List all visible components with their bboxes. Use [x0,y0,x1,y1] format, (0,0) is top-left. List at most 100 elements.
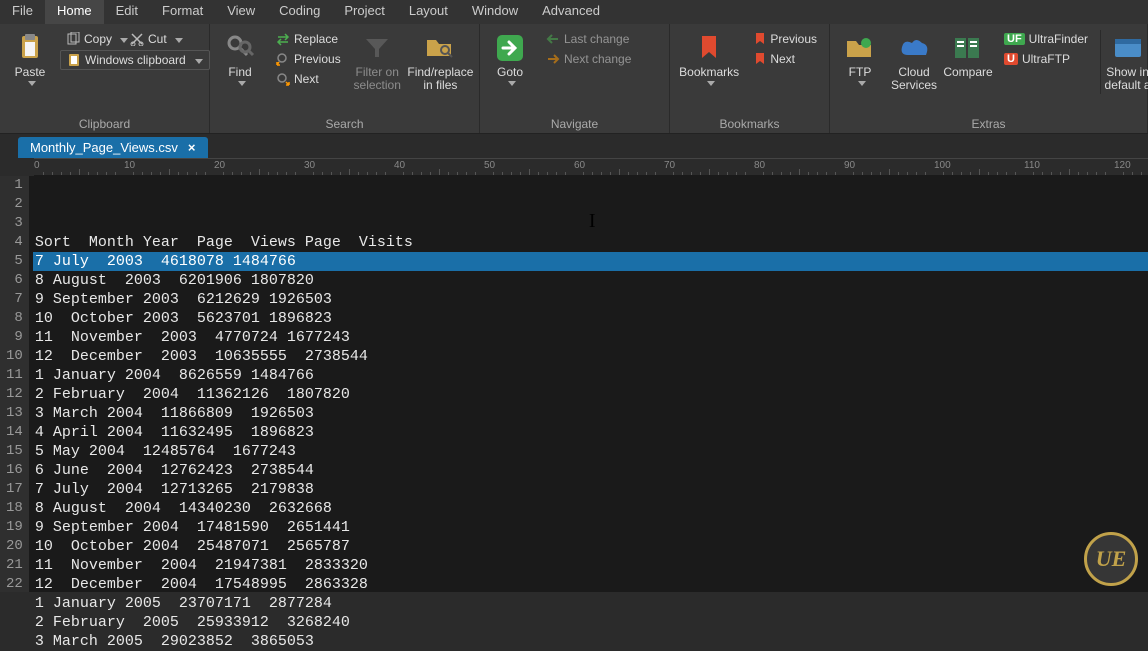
ultraftp-button[interactable]: U UltraFTP [998,50,1094,68]
line-number-gutter: 12345678910111213141516171819202122 [0,176,29,592]
code-line[interactable]: 4 April 2004 11632495 1896823 [33,423,1148,442]
windows-clipboard-arrow [195,59,203,64]
filter-on-selection-button[interactable]: Filter on selection [353,30,402,94]
find-replace-files-button[interactable]: Find/replace in files [408,30,473,94]
menu-item-layout[interactable]: Layout [397,0,460,24]
replace-label: Replace [294,32,338,46]
code-line[interactable]: 7 July 2003 4618078 1484766 [33,252,1148,271]
copy-label: Copy [84,32,112,46]
cut-dropdown-arrow [175,38,183,43]
file-tab-strip: Monthly_Page_Views.csv × [0,134,1148,158]
code-line[interactable]: 5 May 2004 12485764 1677243 [33,442,1148,461]
menu-item-edit[interactable]: Edit [104,0,150,24]
ftp-button[interactable]: FTP [836,30,884,88]
code-line[interactable]: 2 February 2004 11362126 1807820 [33,385,1148,404]
code-line[interactable]: 10 October 2004 25487071 2565787 [33,537,1148,556]
compare-button[interactable]: Compare [944,30,992,81]
menu-item-home[interactable]: Home [45,0,104,24]
ruler-tick: 40 [394,160,405,171]
code-line[interactable]: 8 August 2004 14340230 2632668 [33,499,1148,518]
code-line[interactable]: 10 October 2003 5623701 1896823 [33,309,1148,328]
bookmark-prev-label: Previous [770,32,817,46]
line-number: 7 [6,290,23,309]
code-line[interactable]: 1 January 2004 8626559 1484766 [33,366,1148,385]
clipboard-icon [67,53,81,67]
code-line[interactable]: 12 December 2003 10635555 2738544 [33,347,1148,366]
show-in-default-button[interactable]: Show in default a [1100,30,1148,94]
next-button[interactable]: Next [270,70,347,88]
ruler-tick: 0 [34,160,40,171]
file-tab[interactable]: Monthly_Page_Views.csv × [18,137,208,158]
code-line[interactable]: 9 September 2003 6212629 1926503 [33,290,1148,309]
ribbon: Paste Copy Windows clipboard [0,24,1148,134]
uf-badge-icon: UF [1004,33,1025,45]
line-number: 5 [6,252,23,271]
code-line[interactable]: 11 November 2004 21947381 2833320 [33,556,1148,575]
menu-item-format[interactable]: Format [150,0,215,24]
find-label: Find [228,66,251,79]
ruler-tick: 70 [664,160,675,171]
paste-button[interactable]: Paste [6,30,54,88]
code-line[interactable]: 2 February 2005 25933912 3268240 [33,613,1148,632]
ruler-tick: 20 [214,160,225,171]
ribbon-group-label: Navigate [486,115,663,133]
bookmark-prev-button[interactable]: Previous [748,30,823,48]
windows-clipboard-button[interactable]: Windows clipboard [60,50,210,70]
menu-item-file[interactable]: File [0,0,45,24]
last-change-button[interactable]: Last change [540,30,637,48]
code-line[interactable]: 11 November 2003 4770724 1677243 [33,328,1148,347]
ruler-tick: 90 [844,160,855,171]
line-number: 3 [6,214,23,233]
bookmarks-button[interactable]: Bookmarks [676,30,742,88]
cloud-services-button[interactable]: Cloud Services [890,30,938,94]
filter-icon [361,32,393,64]
code-line[interactable]: 12 December 2004 17548995 2863328 [33,575,1148,594]
code-line[interactable]: Sort Month Year Page Views Page Visits [33,233,1148,252]
file-tab-name: Monthly_Page_Views.csv [30,140,178,155]
line-number: 4 [6,233,23,252]
line-number: 6 [6,271,23,290]
previous-button[interactable]: Previous [270,50,347,68]
filter-label: Filter on selection [354,66,401,92]
menu-item-view[interactable]: View [215,0,267,24]
ribbon-group-extras: FTP Cloud Services Compare UF UltraFinde… [830,24,1148,133]
ultrafinder-button[interactable]: UF UltraFinder [998,30,1094,48]
code-line[interactable]: 3 March 2005 29023852 3865053 [33,632,1148,651]
bookmarks-dropdown-arrow [707,81,715,86]
goto-icon [494,32,526,64]
copy-icon [66,32,80,46]
code-line[interactable]: 9 September 2004 17481590 2651441 [33,518,1148,537]
menu-item-window[interactable]: Window [460,0,530,24]
menu-item-coding[interactable]: Coding [267,0,332,24]
code-line[interactable]: 1 January 2005 23707171 2877284 [33,594,1148,613]
file-tab-close[interactable]: × [188,140,196,155]
ribbon-group-label: Extras [836,115,1141,133]
line-number: 16 [6,461,23,480]
next-change-button[interactable]: Next change [540,50,637,68]
find-dropdown-arrow [238,81,246,86]
find-button[interactable]: Find [216,30,264,88]
code-line[interactable]: 7 July 2004 12713265 2179838 [33,480,1148,499]
code-area[interactable]: I Sort Month Year Page Views Page Visits… [29,176,1148,592]
code-line[interactable]: 8 August 2003 6201906 1807820 [33,271,1148,290]
arrow-right-icon [546,52,560,66]
bookmark-icon [693,32,725,64]
menu-item-advanced[interactable]: Advanced [530,0,612,24]
goto-label: Goto [497,66,523,79]
ruler-tick: 60 [574,160,585,171]
editor[interactable]: 12345678910111213141516171819202122 I So… [0,176,1148,592]
replace-button[interactable]: Replace [270,30,347,48]
ftp-label: FTP [849,66,872,79]
ruler-tick: 10 [124,160,135,171]
line-number: 20 [6,537,23,556]
find-icon [224,32,256,64]
cut-button[interactable]: Cut [124,30,189,48]
bookmark-next-button[interactable]: Next [748,50,823,68]
line-number: 2 [6,195,23,214]
text-cursor-icon: I [589,212,596,231]
code-line[interactable]: 3 March 2004 11866809 1926503 [33,404,1148,423]
menu-item-project[interactable]: Project [332,0,396,24]
goto-button[interactable]: Goto [486,30,534,88]
code-line[interactable]: 6 June 2004 12762423 2738544 [33,461,1148,480]
ribbon-group-label: Search [216,115,473,133]
